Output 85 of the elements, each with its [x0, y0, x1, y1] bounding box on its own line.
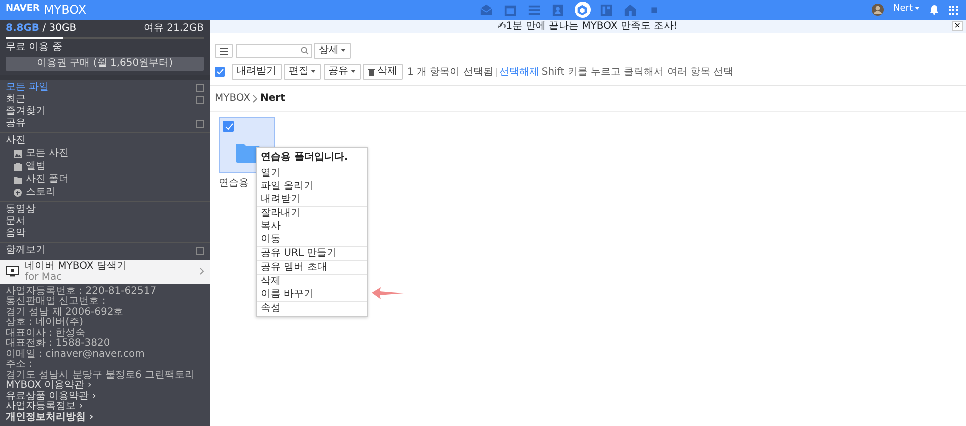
search-field[interactable] — [236, 44, 312, 58]
section-title: 사진 — [6, 135, 27, 147]
layout-icon[interactable] — [598, 2, 615, 18]
company-info: 대표전화 : 1588-3820 — [6, 339, 112, 349]
album-icon — [14, 162, 22, 170]
company-info: 이메일 : cinaver@naver.com — [6, 350, 146, 360]
detail-dropdown[interactable]: 상세 — [314, 43, 351, 59]
folder-icon — [14, 176, 22, 184]
chevron-icon — [200, 268, 204, 275]
buy-button[interactable]: 이용권 구매 (월 1,650원부터) — [6, 57, 204, 71]
bell-icon[interactable] — [930, 5, 939, 15]
expand-icon[interactable] — [196, 84, 204, 92]
nav-item[interactable]: 함께보기 — [6, 245, 204, 257]
tile-checkbox[interactable] — [223, 121, 234, 132]
nav-item[interactable]: 문서 — [6, 216, 204, 228]
menu-icon[interactable] — [215, 44, 233, 58]
footer-link[interactable]: 사업자등록정보 › — [6, 402, 204, 412]
file-name: 연습용 — [219, 176, 249, 190]
menu-item[interactable]: 삭제 — [257, 275, 367, 288]
selection-hint: Shift 키를 누르고 클릭해서 여러 항목 선택 — [542, 66, 734, 80]
company-info: 경기도 성남시 분당구 불정로6 그린팩토리 — [6, 370, 196, 380]
menu-item[interactable]: 이름 바꾸기 — [257, 288, 367, 301]
photo-nav-item[interactable]: 모든 사진 — [6, 147, 204, 160]
expand-icon[interactable] — [196, 120, 204, 128]
menu-item[interactable]: 속성 — [257, 302, 367, 315]
menu-item[interactable]: 공유 URL 만들기 — [257, 247, 367, 260]
free-space: 여유 21.2GB — [144, 23, 204, 35]
expand-icon[interactable] — [196, 247, 204, 255]
company-info: 통신판매업 신고번호 : — [6, 297, 107, 308]
monitor-icon — [6, 266, 19, 277]
nav-item[interactable]: 즐겨찾기 — [6, 106, 204, 118]
menu-item[interactable]: 파일 올리기 — [257, 180, 367, 193]
company-info: 주소 : — [6, 360, 34, 370]
caret-icon — [915, 7, 920, 10]
photo-nav-item[interactable]: 앨범 — [6, 160, 204, 173]
pointing-arrow-drawing — [372, 287, 404, 301]
caret-icon — [350, 70, 356, 73]
house-icon[interactable] — [622, 2, 639, 18]
company-info: 대표이사 : 한성숙 — [6, 328, 87, 338]
nav-item[interactable]: 공유 — [6, 118, 204, 130]
menu-item[interactable]: 내려받기 — [257, 193, 367, 206]
explorer-promo[interactable]: 네이버 MYBOX 탐색기 for Mac — [0, 260, 210, 284]
cube-icon[interactable] — [574, 2, 591, 18]
company-info: 사업자등록번호 : 220-81-62517 — [6, 286, 158, 296]
company-info: 상호 : 네이버(주) — [6, 318, 85, 328]
banner-text[interactable]: ✍1분 만에 끝나는 MYBOX 만족도 조사! — [498, 22, 678, 32]
close-button[interactable]: × — [952, 21, 963, 31]
chevron-icon — [253, 94, 258, 102]
menu-item[interactable]: 공유 멤버 초대 — [257, 261, 367, 274]
apps-grid-icon[interactable] — [949, 6, 958, 14]
image-icon — [14, 150, 22, 158]
trash-icon — [368, 68, 375, 76]
menu-title: 연습용 폴더입니다. — [260, 151, 350, 165]
avatar-icon[interactable] — [872, 4, 884, 16]
dropdown-button[interactable]: 공유 — [324, 64, 360, 80]
breadcrumb-item: Nert — [260, 92, 286, 106]
envelope-icon[interactable] — [478, 2, 495, 18]
download-button[interactable]: 내려받기 — [232, 64, 282, 80]
breadcrumb-item[interactable]: MYBOX — [215, 91, 251, 106]
footer-link[interactable]: 유료상품 이용약관 › — [6, 392, 204, 402]
photo-nav-item[interactable]: 스토리 — [6, 186, 204, 199]
select-all-checkbox[interactable] — [215, 67, 225, 77]
footer-link[interactable]: 개인정보처리방침 › — [6, 412, 204, 423]
dropdown-button[interactable]: 편집 — [284, 64, 321, 80]
menu-item[interactable]: 복사 — [257, 220, 367, 233]
footer-link[interactable]: MYBOX 이용약관 › — [6, 381, 204, 392]
search-icon[interactable] — [300, 47, 308, 55]
nav-item[interactable]: 최근 — [6, 94, 204, 106]
menu-item[interactable]: 열기 — [257, 167, 367, 180]
storage-usage: 8.8GB / 30GB — [6, 23, 77, 35]
delete-button[interactable]: 삭제 — [363, 64, 402, 80]
caret-icon — [341, 48, 346, 52]
company-info: 경기 성남 제 2006-692호 — [6, 308, 125, 318]
explorer-subtitle: for Mac — [25, 272, 64, 282]
selection-count: 1 개 항목이 선택됨 — [408, 66, 494, 80]
expand-icon[interactable] — [196, 96, 204, 104]
menu-item[interactable]: 이동 — [257, 233, 367, 246]
story-icon — [14, 188, 22, 196]
nav-item[interactable]: 음악 — [6, 228, 204, 240]
caret-icon — [311, 70, 316, 73]
plan-text: 무료 이용 중 — [6, 42, 64, 54]
menu-item[interactable]: 잘라내기 — [257, 207, 367, 220]
nav-item[interactable]: 동영상 — [6, 204, 204, 216]
explorer-title: 네이버 MYBOX 탐색기 — [25, 260, 128, 272]
photo-nav-item[interactable]: 사진 폴더 — [6, 173, 204, 186]
